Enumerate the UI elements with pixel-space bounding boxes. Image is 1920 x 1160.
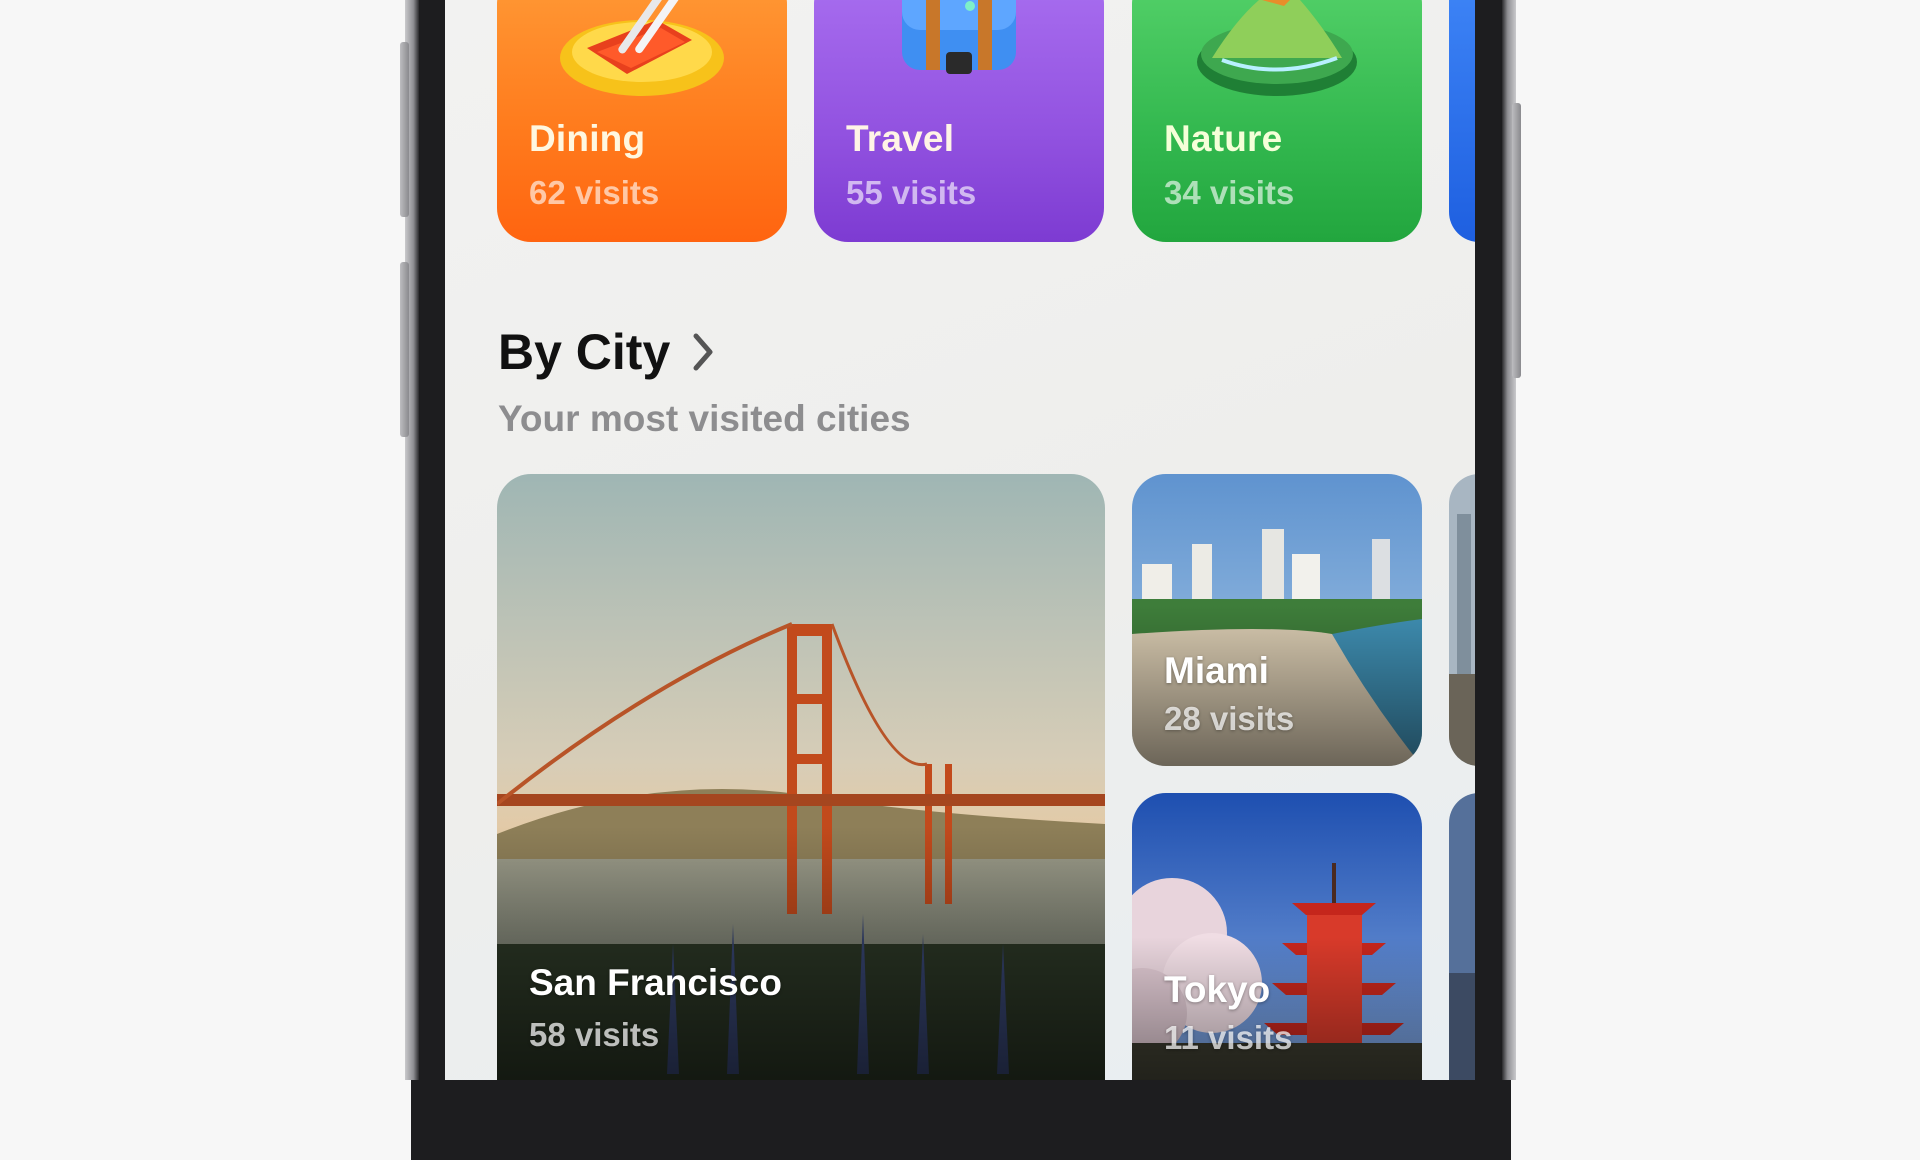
city-tile-peek[interactable] xyxy=(1449,793,1475,1080)
city-tile-miami[interactable]: Miami 28 visits xyxy=(1132,474,1422,766)
category-count: 55 visits xyxy=(846,174,977,211)
city-count: 11 visits xyxy=(1164,1019,1293,1056)
city-name: San Francisco xyxy=(529,962,782,1003)
app-screen: Dining 62 visits Travel 55 visits Nature… xyxy=(445,0,1475,1080)
volume-up-button xyxy=(400,42,409,217)
category-card-nature[interactable]: Nature 34 visits xyxy=(1132,0,1422,242)
side-button xyxy=(1512,103,1521,378)
city-count: 58 visits xyxy=(529,1016,660,1053)
city-tile-tokyo[interactable]: Tokyo 11 visits xyxy=(1132,793,1422,1080)
category-card-dining[interactable]: Dining 62 visits xyxy=(497,0,787,242)
city-tile-peek[interactable] xyxy=(1449,474,1475,766)
category-card-peek[interactable] xyxy=(1449,0,1475,242)
city-photo-peek xyxy=(1449,793,1475,1080)
category-title: Dining xyxy=(529,118,646,159)
category-count: 62 visits xyxy=(529,174,660,211)
section-subtitle: Your most visited cities xyxy=(498,398,911,439)
city-count: 28 visits xyxy=(1164,700,1295,737)
city-name: Miami xyxy=(1164,650,1269,691)
suitcase-icon xyxy=(902,0,1016,74)
category-card-travel[interactable]: Travel 55 visits xyxy=(814,0,1104,242)
category-title: Nature xyxy=(1164,118,1283,159)
chevron-right-icon xyxy=(693,333,713,371)
city-name: Tokyo xyxy=(1164,969,1271,1010)
section-title: By City xyxy=(498,324,671,380)
category-count: 34 visits xyxy=(1164,174,1295,211)
dining-plate-icon xyxy=(560,0,724,96)
volume-down-button xyxy=(400,262,409,437)
city-photo-peek xyxy=(1449,474,1475,766)
by-city-header-button[interactable]: By City xyxy=(498,323,714,381)
mountain-island-icon xyxy=(1197,0,1357,96)
category-title: Travel xyxy=(846,118,955,159)
city-tile-san-francisco[interactable]: San Francisco 58 visits xyxy=(497,474,1105,1080)
